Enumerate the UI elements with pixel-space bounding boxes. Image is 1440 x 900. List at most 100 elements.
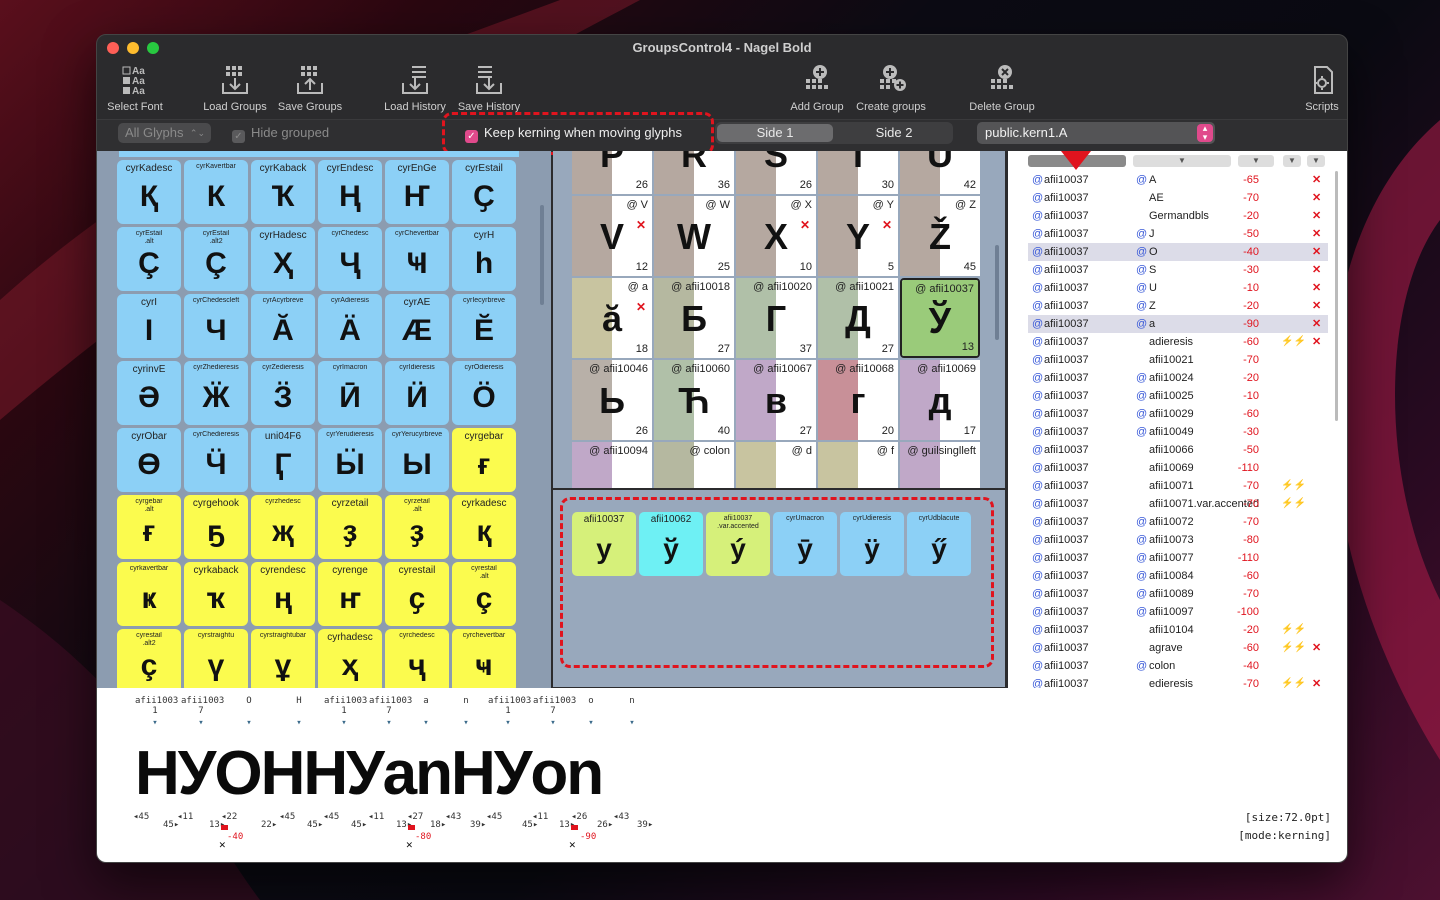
create-groups-button[interactable]: Create groups	[853, 63, 929, 113]
kerning-pair-row[interactable]: @ afii10037 @ afii10024 -20	[1028, 369, 1328, 387]
delete-pair-icon[interactable]: ✕	[1312, 243, 1321, 261]
hide-grouped-checkbox[interactable]: ✓ Hide grouped	[232, 125, 329, 143]
select-font-button[interactable]: Aa Aa Aa Select Font	[97, 63, 173, 113]
kerning-pair-row[interactable]: @ afii10037 @ afii10089 -70	[1028, 585, 1328, 603]
glyph-cell[interactable]: cyrEndesc Ң	[318, 160, 382, 224]
kerning-pair-row[interactable]: @ afii10037 afii10071 -70 ⚡⚡	[1028, 477, 1328, 495]
kern-cell[interactable]: S 26	[736, 151, 816, 194]
glyph-cell[interactable]: cyrgehook ҕ	[184, 495, 248, 559]
exception-icon[interactable]: ⚡⚡	[1281, 639, 1306, 657]
glyph-cell[interactable]: cyrestail .alt ç	[452, 562, 516, 626]
kern-cell[interactable]: @ f	[818, 442, 898, 488]
glyph-cell[interactable]: cyrchevertbar ҹ	[452, 629, 516, 688]
kerning-pair-row[interactable]: @ afii10037 Germandbls -20 ✕	[1028, 207, 1328, 225]
glyph-cell[interactable]: cyrYerudieresis Ӹ	[318, 428, 382, 492]
glyph-cell[interactable]: cyrzhedesc җ	[251, 495, 315, 559]
kern-cell[interactable]: P26✕	[572, 151, 652, 194]
glyph-cell[interactable]: cyrObar Ө	[117, 428, 181, 492]
kerning-pair-row[interactable]: @ afii10037 adieresis -60 ⚡⚡ ✕	[1028, 333, 1328, 351]
left-scrollbar[interactable]	[540, 205, 544, 305]
scripts-button[interactable]: Scripts	[1285, 63, 1347, 113]
glyph-cell[interactable]: uni04F6 Ӷ	[251, 428, 315, 492]
remove-pair-icon[interactable]: ✕	[800, 218, 810, 232]
glyph-cell[interactable]: cyrYerucyrbreve Ы	[385, 428, 449, 492]
kern-cell[interactable]: T30✕	[818, 151, 898, 194]
group-member-cell[interactable]: cyrUmacron ӯ	[773, 512, 837, 576]
glyph-cell[interactable]: cyrkadesc қ	[452, 495, 516, 559]
exception-icon[interactable]: ⚡⚡	[1281, 495, 1306, 513]
kerning-pair-row[interactable]: @ afii10037 afii10071.var.accented -70 ⚡⚡	[1028, 495, 1328, 513]
kerning-pair-row[interactable]: @ afii10037 @ afii10097 -100	[1028, 603, 1328, 621]
glyph-cell[interactable]: cyrgebar ғ	[452, 428, 516, 492]
kerning-pair-row[interactable]: @ afii10037 @ Z -20 ✕	[1028, 297, 1328, 315]
glyph-filter-popup[interactable]: All Glyphs ⌃⌄	[118, 123, 211, 143]
kern-cell[interactable]: @ afii10068 г 20	[818, 360, 898, 440]
kerning-pair-row[interactable]: @ afii10037 @ afii10077 -110	[1028, 549, 1328, 567]
remove-pair-icon[interactable]: ✕	[882, 218, 892, 232]
glyph-cell[interactable]: cyrestail .alt2 ç	[117, 629, 181, 688]
group-member-cell[interactable]: cyrUdieresis ӱ	[840, 512, 904, 576]
glyph-cell[interactable]: cyrChedescleft Ч	[184, 294, 248, 358]
glyph-cell[interactable]: cyrH һ	[452, 227, 516, 291]
glyph-cell[interactable]: cyrkaback ҡ	[184, 562, 248, 626]
glyph-cell[interactable]: cyrKaback Ҡ	[251, 160, 315, 224]
save-groups-button[interactable]: Save Groups	[272, 63, 348, 113]
load-groups-button[interactable]: Load Groups	[197, 63, 273, 113]
kern-cell[interactable]: U42✕	[900, 151, 980, 194]
kerning-pair-row[interactable]: @ afii10037 @ colon -40	[1028, 657, 1328, 675]
kern-cell[interactable]: @ afii10069 д 17	[900, 360, 980, 440]
glyph-cell[interactable]: cyrIecyrbreve Ӗ	[452, 294, 516, 358]
kern-cell[interactable]: @ a ă 18 ✕	[572, 278, 652, 358]
delete-pair-icon[interactable]: ✕	[1312, 171, 1321, 189]
column-header-right[interactable]: ▼	[1133, 155, 1231, 167]
glyph-cell[interactable]: cyrZhedieresis Ӝ	[184, 361, 248, 425]
glyph-cell[interactable]: cyrIdieresis Ӥ	[385, 361, 449, 425]
column-header-exception[interactable]: ▼	[1283, 155, 1301, 167]
kern-cell[interactable]: @ afii10046 Ь 26	[572, 360, 652, 440]
kerning-pair-row[interactable]: @ afii10037 @ J -50 ✕	[1028, 225, 1328, 243]
kern-cell[interactable]: @ guilsinglleft	[900, 442, 980, 488]
kern-cell[interactable]: @ afii10094	[572, 442, 652, 488]
add-group-button[interactable]: Add Group	[779, 63, 855, 113]
glyph-cell[interactable]: cyrHadesc Ҳ	[251, 227, 315, 291]
kern-cell[interactable]: @ colon	[654, 442, 734, 488]
kerning-pair-row[interactable]: @ afii10037 @ afii10029 -60	[1028, 405, 1328, 423]
column-header-value[interactable]: ▼	[1238, 155, 1274, 167]
glyph-cell[interactable]: cyrgebar .alt ғ	[117, 495, 181, 559]
kerning-pair-row[interactable]: @ afii10037 @ afii10073 -80	[1028, 531, 1328, 549]
glyph-cell[interactable]: cyrOdieresis Ӧ	[452, 361, 516, 425]
kern-cell[interactable]: @ Y Y 5 ✕	[818, 196, 898, 276]
exception-icon[interactable]: ⚡⚡	[1281, 675, 1306, 688]
kerning-pair-row[interactable]: @ afii10037 @ afii10084 -60	[1028, 567, 1328, 585]
delete-pair-icon[interactable]: ✕	[1312, 333, 1321, 351]
glyph-cell[interactable]: cyrchedesc ҷ	[385, 629, 449, 688]
glyph-cell[interactable]: cyrEstail .alt Ç	[117, 227, 181, 291]
kern-cell[interactable]: @ afii10020 Г 37	[736, 278, 816, 358]
pairs-scrollbar[interactable]	[1335, 171, 1338, 421]
glyph-cell[interactable]: cyrzetail .alt ҙ	[385, 495, 449, 559]
glyph-cell[interactable]: cyrAcyrbreve Ӑ	[251, 294, 315, 358]
kerning-pair-row[interactable]: @ afii10037 @ A -65 ✕	[1028, 171, 1328, 189]
glyph-cell[interactable]: cyrstraightu ү	[184, 629, 248, 688]
delete-pair-icon[interactable]: ✕	[1312, 225, 1321, 243]
kerning-pair-row[interactable]: @ afii10037 agrave -60 ⚡⚡ ✕	[1028, 639, 1328, 657]
group-member-cell[interactable]: afii10037 у	[572, 512, 636, 576]
kerning-pair-row[interactable]: @ afii10037 afii10066 -50	[1028, 441, 1328, 459]
kerning-pair-row[interactable]: @ afii10037 @ afii10072 -70	[1028, 513, 1328, 531]
kern-cell[interactable]: @ afii10067 в 27	[736, 360, 816, 440]
kerning-pair-row[interactable]: @ afii10037 afii10069 -110	[1028, 459, 1328, 477]
delete-pair-icon[interactable]: ✕	[1312, 261, 1321, 279]
glyph-cell[interactable]: cyrKadesc Қ	[117, 160, 181, 224]
delete-pair-icon[interactable]: ✕	[1312, 207, 1321, 225]
group-member-cell[interactable]: afii10037 .var.accented ý	[706, 512, 770, 576]
glyph-cell[interactable]: cyrKavertbar К	[184, 160, 248, 224]
remove-pair-icon[interactable]: ✕	[636, 300, 646, 314]
column-header-delete[interactable]: ▼	[1307, 155, 1325, 167]
glyph-cell[interactable]: cyrhadesc ҳ	[318, 629, 382, 688]
kern-cell[interactable]: @ afii10060 Ћ 40	[654, 360, 734, 440]
matrix-scrollbar[interactable]	[995, 245, 999, 340]
kern-cell[interactable]: @ V V 12 ✕	[572, 196, 652, 276]
kerning-pair-row[interactable]: @ afii10037 afii10021 -70	[1028, 351, 1328, 369]
glyph-cell[interactable]: cyrkavertbar ҝ	[117, 562, 181, 626]
delete-pair-icon[interactable]: ✕	[1312, 675, 1321, 688]
